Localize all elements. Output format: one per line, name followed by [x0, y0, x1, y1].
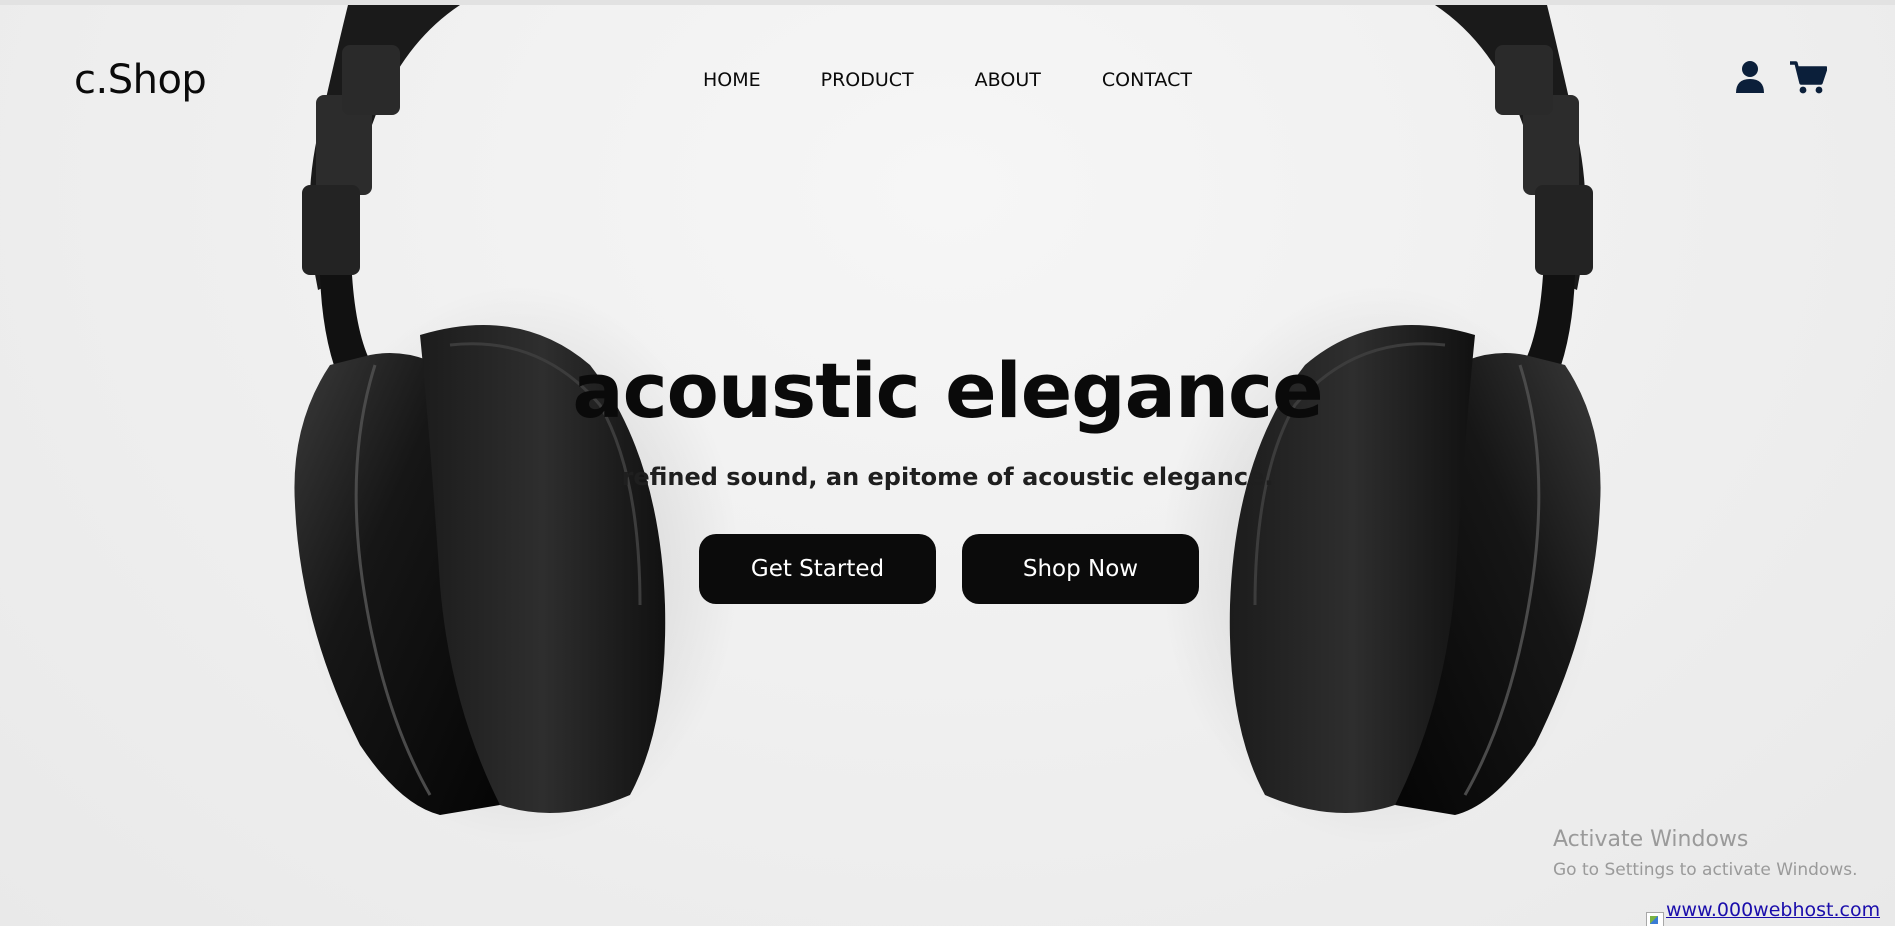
hero-title: acoustic elegance — [572, 346, 1323, 435]
cart-icon[interactable] — [1789, 59, 1827, 95]
nav-contact[interactable]: CONTACT — [1102, 69, 1192, 91]
nav-home[interactable]: HOME — [703, 69, 761, 91]
main-nav: HOME PRODUCT ABOUT CONTACT — [703, 69, 1192, 91]
nav-about[interactable]: ABOUT — [975, 69, 1041, 91]
shop-now-button[interactable]: Shop Now — [962, 534, 1199, 604]
activate-subtitle: Go to Settings to activate Windows. — [1553, 860, 1858, 880]
page: c.Shop HOME PRODUCT ABOUT CONTACT acoust… — [0, 0, 1895, 926]
brand-logo[interactable]: c.Shop — [74, 57, 207, 103]
activate-title: Activate Windows — [1553, 827, 1749, 852]
host-link-text[interactable]: www.000webhost.com — [1666, 900, 1880, 920]
host-link[interactable]: www.000webhost.com — [1646, 900, 1880, 926]
user-icon[interactable] — [1733, 59, 1767, 95]
activate-windows-watermark: Activate Windows Go to Settings to activ… — [1553, 827, 1858, 880]
broken-image-icon — [1646, 912, 1664, 926]
header-icons — [1733, 59, 1827, 95]
nav-product[interactable]: PRODUCT — [821, 69, 914, 91]
hero-subtitle: refined sound, an epitome of acoustic el… — [621, 463, 1274, 491]
get-started-button[interactable]: Get Started — [699, 534, 936, 604]
